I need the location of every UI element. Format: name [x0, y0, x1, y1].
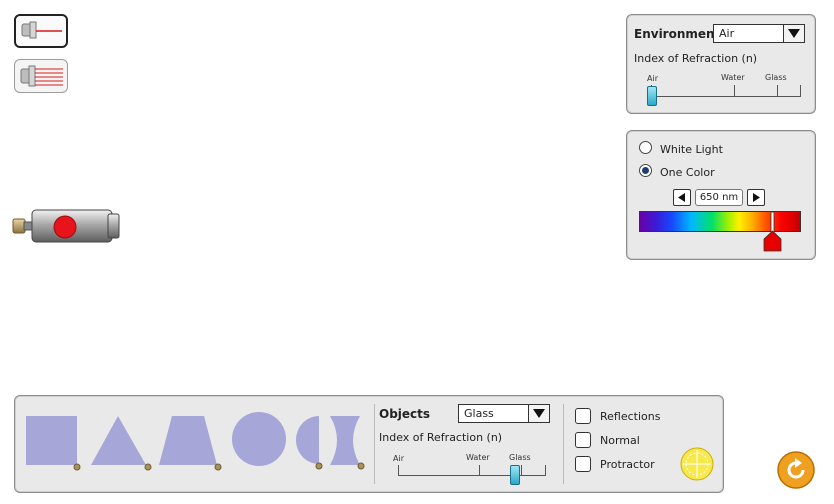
protractor-label: Protractor: [600, 458, 655, 471]
chevron-down-icon[interactable]: [783, 25, 804, 42]
ray-mode-button[interactable]: [14, 14, 68, 48]
object-shapes: [26, 412, 365, 471]
environment-slider-track[interactable]: [651, 85, 801, 97]
divider: [563, 404, 564, 484]
reflections-checkbox[interactable]: [575, 408, 591, 424]
one-color-label: One Color: [660, 166, 715, 179]
wave-mode-button[interactable]: [14, 59, 68, 93]
normal-label: Normal: [600, 434, 640, 447]
normal-checkbox[interactable]: [575, 432, 591, 448]
environment-slider-thumb[interactable]: [647, 86, 657, 106]
objects-panel: Objects Glass Index of Refraction (n) Ai…: [14, 395, 724, 493]
environment-select-value: Air: [719, 27, 735, 40]
white-light-radio[interactable]: [639, 141, 652, 154]
environment-select[interactable]: Air: [713, 24, 805, 43]
trapezoid-shape[interactable]: [159, 416, 222, 471]
environment-panel: Environment Air Index of Refraction (n) …: [626, 14, 816, 114]
reflections-label: Reflections: [600, 410, 661, 423]
objects-slider-glass-label: Glass: [509, 453, 531, 462]
laser-ray-icon: [21, 21, 62, 39]
laser-device[interactable]: [10, 206, 122, 246]
protractor-checkbox[interactable]: [575, 456, 591, 472]
objects-slider-water-label: Water: [466, 453, 490, 462]
environment-title: Environment: [634, 27, 721, 41]
white-light-label: White Light: [660, 143, 723, 156]
objects-slider-thumb[interactable]: [509, 465, 520, 485]
laser-on-button[interactable]: [53, 215, 77, 239]
objects-title: Objects: [379, 407, 431, 421]
objects-index-label: Index of Refraction (n): [379, 431, 503, 444]
environment-slider-air-label: Air: [647, 74, 658, 83]
objects-select-value: Glass: [464, 407, 494, 420]
one-color-radio[interactable]: [639, 164, 652, 177]
light-source-panel: White Light One Color 650 nm: [626, 130, 816, 260]
wavelength-value[interactable]: 650 nm: [695, 189, 743, 206]
wavelength-increase-button[interactable]: [747, 189, 765, 206]
environment-index-label: Index of Refraction (n): [634, 52, 758, 65]
laser-wave-icon: [20, 65, 63, 87]
divider: [374, 404, 375, 484]
triangle-right-icon: [753, 193, 760, 202]
environment-slider-glass-label: Glass: [765, 73, 787, 82]
objects-material-select[interactable]: Glass: [458, 404, 550, 423]
wavelength-slider-thumb[interactable]: [763, 209, 783, 253]
laser-knob: [12, 218, 26, 234]
protractor-icon[interactable]: [679, 446, 715, 482]
objects-slider-track[interactable]: [398, 465, 546, 476]
environment-slider-water-label: Water: [721, 73, 745, 82]
wavelength-decrease-button[interactable]: [673, 189, 691, 206]
triangle-left-icon: [678, 193, 685, 202]
diverging-lens-shape[interactable]: [330, 416, 365, 470]
triangle-shape[interactable]: [91, 416, 152, 471]
circle-shape[interactable]: [232, 412, 286, 466]
rectangle-shape[interactable]: [26, 416, 81, 471]
reset-button[interactable]: [776, 450, 816, 490]
chevron-down-icon[interactable]: [528, 405, 549, 422]
objects-slider-air-label: Air: [393, 454, 404, 463]
semicircle-shape[interactable]: [296, 416, 323, 470]
